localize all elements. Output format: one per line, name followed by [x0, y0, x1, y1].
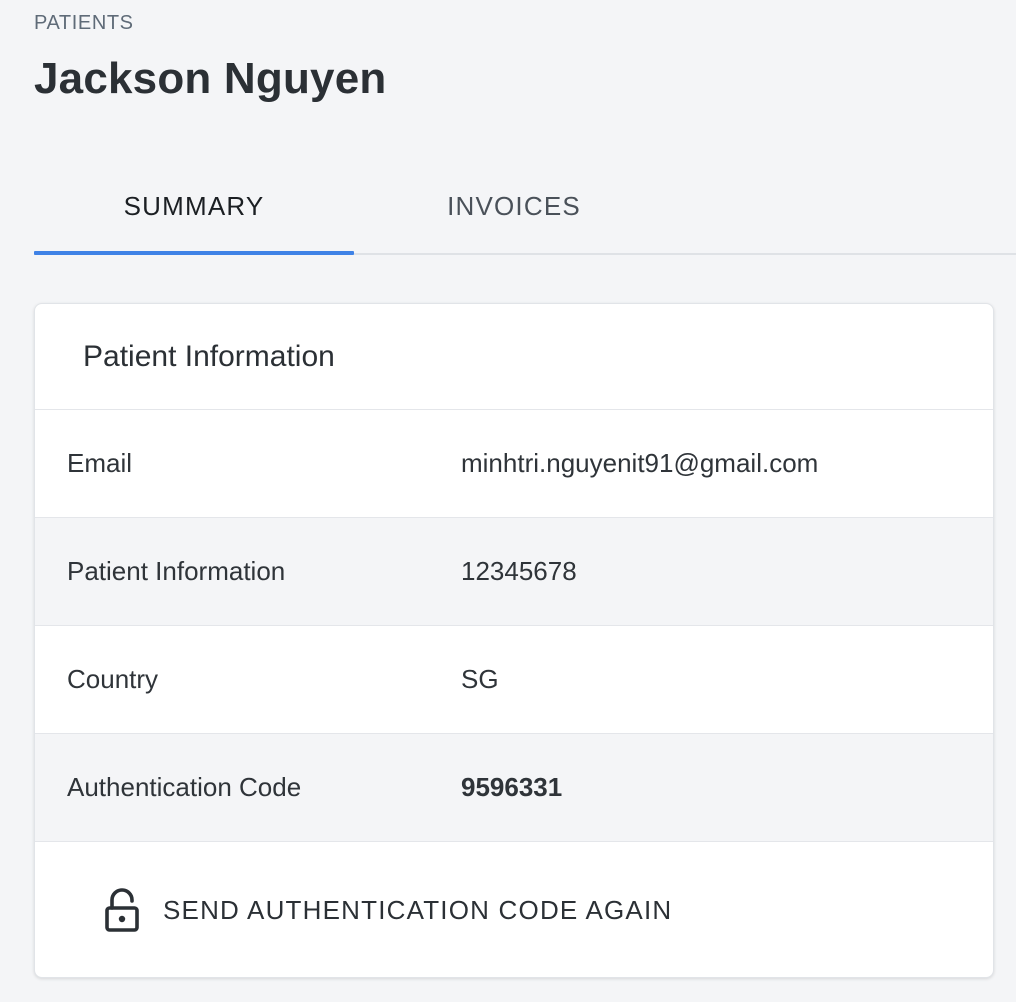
row-label: Country: [67, 664, 159, 694]
row-label: Authentication Code: [67, 772, 302, 802]
active-tab-indicator: [34, 251, 354, 255]
info-row-country: Country SG: [35, 626, 993, 734]
row-value: SG: [461, 664, 499, 694]
breadcrumb[interactable]: PATIENTS: [34, 12, 134, 35]
tab-invoices[interactable]: INVOICES: [354, 160, 674, 253]
patient-information-card: Patient Information Email minhtri.nguyen…: [34, 303, 994, 978]
send-authentication-code-button[interactable]: SEND AUTHENTICATION CODE AGAIN: [35, 842, 993, 977]
tab-bar: SUMMARY INVOICES: [34, 160, 1016, 255]
info-row-email: Email minhtri.nguyenit91@gmail.com: [35, 410, 993, 518]
info-row-authentication-code: Authentication Code 9596331: [35, 734, 993, 842]
authentication-code-value: 9596331: [461, 772, 563, 802]
send-authentication-code-label: SEND AUTHENTICATION CODE AGAIN: [163, 894, 673, 925]
card-title: Patient Information: [35, 304, 993, 410]
tab-summary[interactable]: SUMMARY: [34, 160, 354, 253]
page-title: Jackson Nguyen: [34, 54, 387, 103]
row-label: Email: [67, 448, 133, 478]
row-label: Patient Information: [67, 556, 286, 586]
row-value: minhtri.nguyenit91@gmail.com: [461, 448, 819, 478]
info-row-patient-information: Patient Information 12345678: [35, 518, 993, 626]
row-value: 12345678: [461, 556, 577, 586]
lock-open-icon: [105, 888, 139, 932]
